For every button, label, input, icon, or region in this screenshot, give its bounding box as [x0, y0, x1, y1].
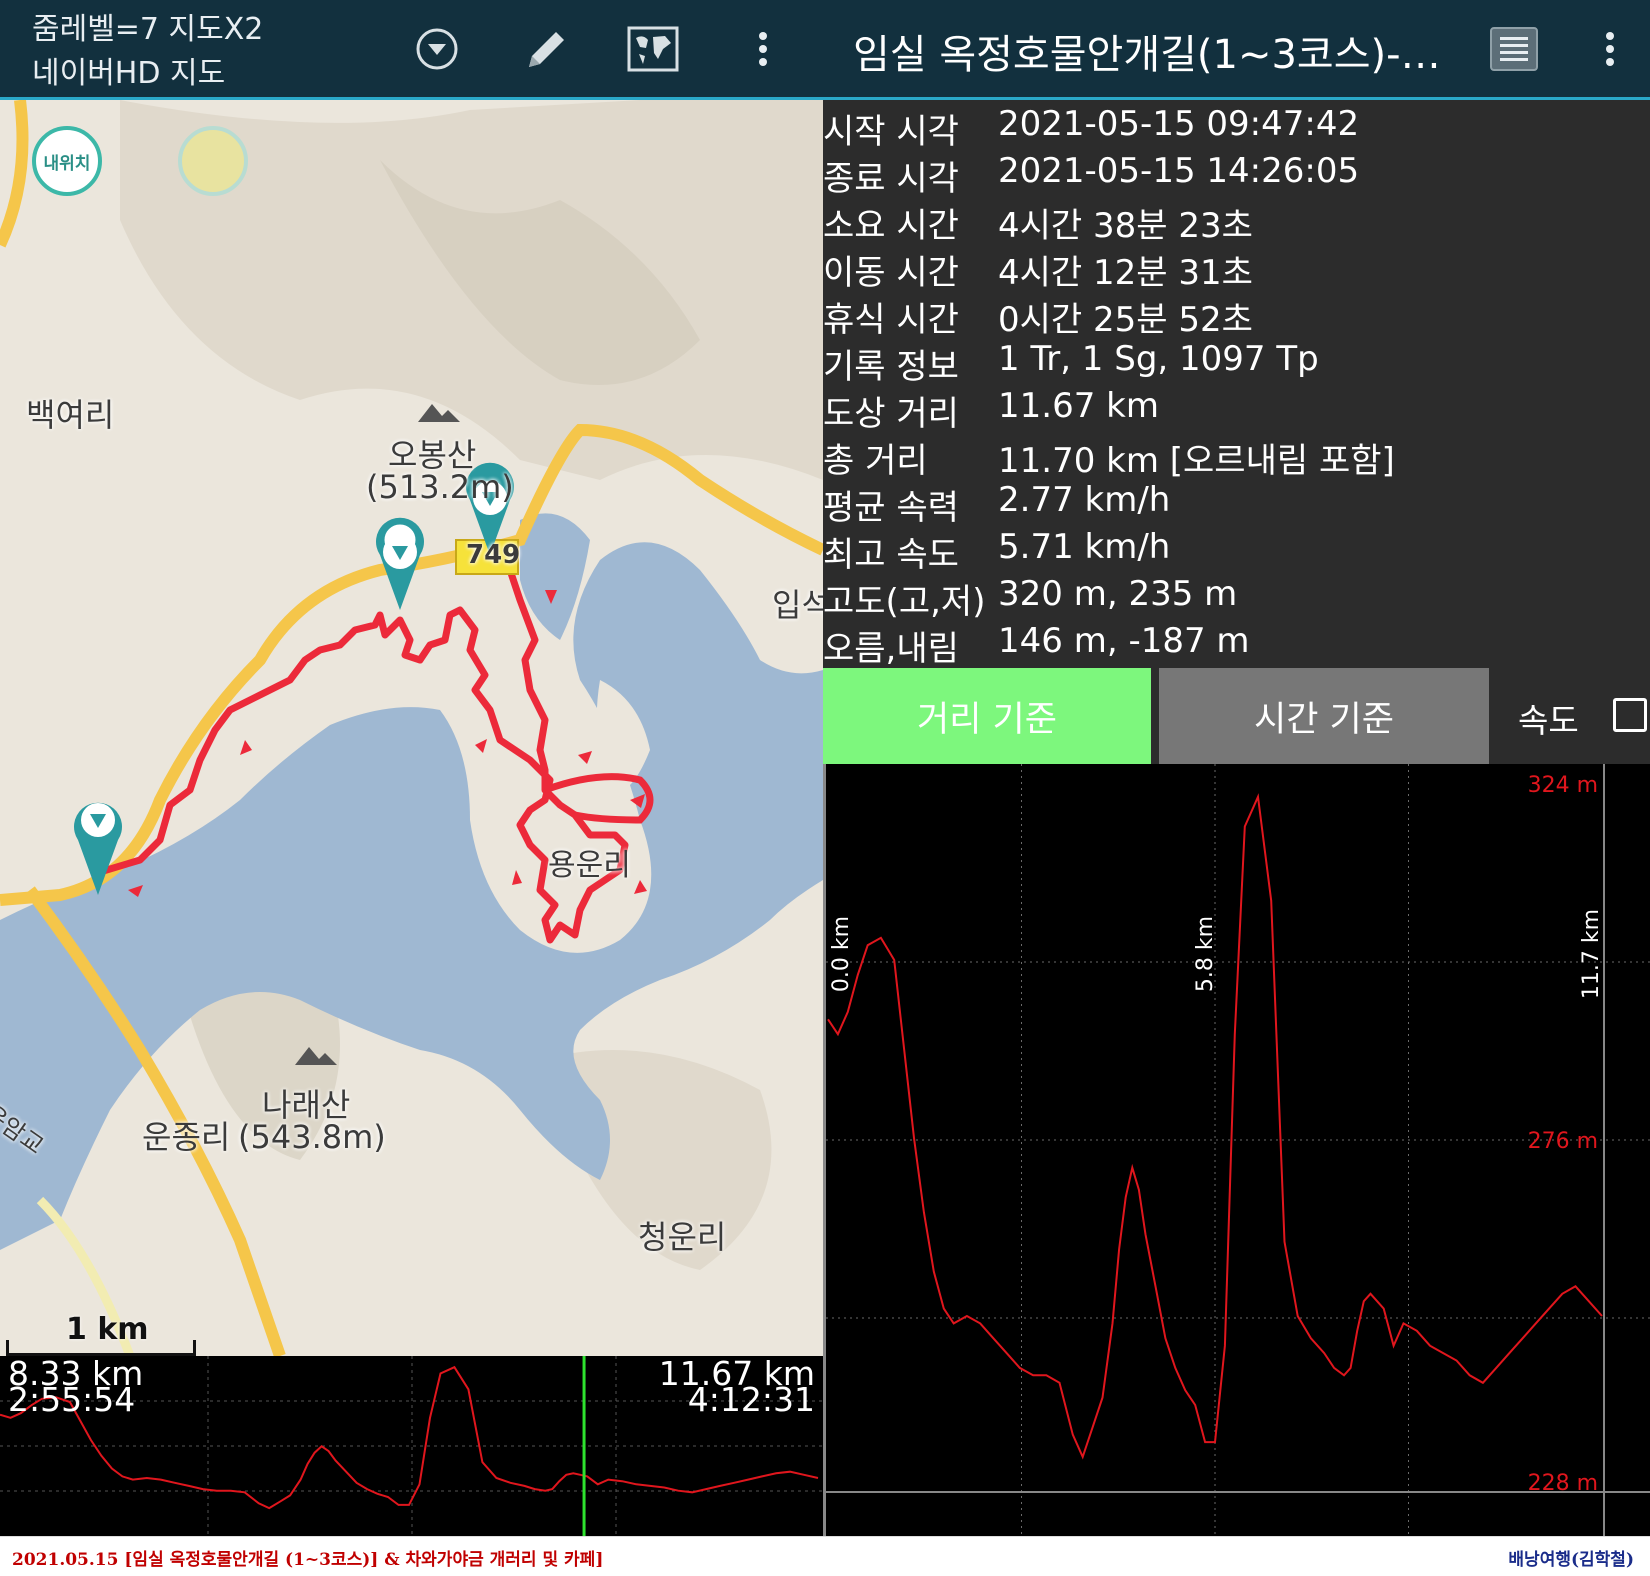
stat-value: 2021-05-15 09:47:42 [998, 104, 1360, 144]
road-number-label: 749 [466, 540, 521, 570]
stat-row: 시작 시각 2021-05-15 09:47:42 [823, 104, 1650, 152]
stat-label: 도상 거리 [823, 394, 959, 434]
stat-value: 4시간 12분 31초 [998, 253, 1253, 293]
y-tick-label: 324 m [1528, 773, 1598, 798]
map-toolbar: 줌레벨=7 지도X2 네이버HD 지도 [0, 0, 823, 100]
caption-left: 2021.05.15 [임실 옥정호물안개길 (1~3코스)] & 차와가야금 … [12, 1550, 604, 1570]
circle-chevron-down-icon[interactable] [406, 18, 468, 80]
stat-row: 고도(고,저) 320 m, 235 m [823, 574, 1650, 622]
stat-value: 11.67 km [998, 386, 1159, 426]
track-stats-panel: 시작 시각 2021-05-15 09:47:42 종료 시각 2021-05-15… [823, 100, 1650, 669]
caption-footer: 2021.05.15 [임실 옥정호물안개길 (1~3코스)] & 차와가야금 … [0, 1536, 1650, 1576]
stat-row: 종료 시각 2021-05-15 14:26:05 [823, 151, 1650, 199]
map-label-obongsan-alt: (513.2m) [366, 468, 514, 506]
map-label-unjong: 운종리 [142, 1118, 231, 1156]
time-mode-button[interactable]: 시간 기준 [1159, 668, 1489, 764]
profile-mode-bar: 거리 기준 시간 기준 속도 [823, 668, 1650, 764]
stat-row: 도상 거리 11.67 km [823, 386, 1650, 434]
map-label-baekyeo: 백여리 [26, 396, 115, 434]
stat-label: 기록 정보 [823, 347, 959, 387]
stat-row: 최고 속도 5.71 km/h [823, 527, 1650, 575]
total-time: 4:12:31 [687, 1380, 815, 1419]
stat-value: 5.71 km/h [998, 527, 1171, 567]
stat-value: 0시간 25분 52초 [998, 300, 1253, 340]
stat-label: 종료 시각 [823, 159, 959, 199]
x-tick-label: 0.0 km [829, 916, 854, 992]
stat-label: 시작 시각 [823, 112, 959, 152]
pencil-icon[interactable] [514, 18, 576, 80]
map-label-yongun: 용운리 [548, 848, 631, 883]
zoom-level-text: 줌레벨=7 지도X2 [32, 12, 264, 47]
y-tick-label: 228 m [1528, 1471, 1598, 1496]
speed-checkbox[interactable] [1613, 698, 1647, 732]
map-label-ipseok: 입석 [772, 586, 823, 624]
cursor-time: 2:55:54 [8, 1380, 136, 1419]
stat-value: 4시간 38분 23초 [998, 206, 1253, 246]
my-location-icon: 내위치 [43, 153, 91, 174]
vertical-dots-icon[interactable] [748, 18, 778, 80]
stat-value: 1 Tr, 1 Sg, 1097 Tp [998, 339, 1319, 379]
stat-label: 총 거리 [823, 441, 928, 481]
elevation-line [827, 793, 1603, 1460]
stat-label: 휴식 시간 [823, 300, 959, 340]
stat-label: 소요 시간 [823, 206, 959, 246]
distance-mode-button[interactable]: 거리 기준 [823, 668, 1151, 764]
stat-row: 총 거리 11.70 km [오르내림 포함] [823, 433, 1650, 481]
map-view[interactable]: 내위치 백여리 오봉산 (513.2m) 749 입석 용운리 나래산 (543… [0, 100, 823, 1356]
elevation-chart-canvas: 324 m 276 m 228 m 0.0 km 5.8 km 11.7 km [826, 764, 1650, 1536]
stat-label: 이동 시간 [823, 253, 959, 293]
map-canvas [0, 100, 823, 1356]
map-label-cheongun: 청운리 [638, 1218, 727, 1256]
track-toolbar: 임실 옥정호물안개길(1~3코스)-11... [823, 0, 1650, 100]
stat-row: 휴식 시간 0시간 25분 52초 [823, 292, 1650, 340]
stat-label: 평균 속력 [823, 488, 959, 528]
elevation-chart[interactable]: 324 m 276 m 228 m 0.0 km 5.8 km 11.7 km [823, 764, 1650, 1536]
list-icon[interactable] [1483, 18, 1545, 80]
mini-elevation-profile[interactable]: 8.33 km 2:55:54 11.67 km 4:12:31 [0, 1356, 823, 1536]
world-map-icon[interactable] [622, 18, 684, 80]
stat-label: 최고 속도 [823, 535, 959, 575]
stat-row: 오름,내림 146 m, -187 m [823, 621, 1650, 669]
stat-row: 이동 시간 4시간 12분 31초 [823, 245, 1650, 293]
x-tick-label: 11.7 km [1579, 909, 1604, 999]
caption-right: 배낭여행(김학철) [1508, 1550, 1634, 1570]
x-tick-label: 5.8 km [1193, 916, 1218, 992]
y-tick-label: 276 m [1528, 1129, 1598, 1154]
map-label-naraesan-alt: (543.8m) [238, 1118, 386, 1156]
stat-label: 고도(고,저) [823, 582, 986, 622]
stat-value: 146 m, -187 m [998, 621, 1250, 661]
stat-row: 평균 속력 2.77 km/h [823, 480, 1650, 528]
scale-bar [6, 1340, 196, 1356]
stat-value: 320 m, 235 m [998, 574, 1238, 614]
stat-row: 소요 시간 4시간 38분 23초 [823, 198, 1650, 246]
my-location-button[interactable]: 내위치 [32, 126, 102, 196]
track-title: 임실 옥정호물안개길(1~3코스)-11... [853, 32, 1443, 78]
speed-label: 속도 [1518, 701, 1579, 740]
zoom-info: 줌레벨=7 지도X2 네이버HD 지도 [32, 8, 263, 96]
stat-value: 2021-05-15 14:26:05 [998, 151, 1360, 191]
stat-value: 2.77 km/h [998, 480, 1171, 520]
sun-icon[interactable] [178, 126, 248, 196]
vertical-dots-icon[interactable] [1595, 18, 1625, 80]
map-source-text: 네이버HD 지도 [32, 56, 226, 91]
stat-label: 오름,내림 [823, 629, 959, 669]
stat-value: 11.70 km [오르내림 포함] [998, 441, 1395, 481]
stat-row: 기록 정보 1 Tr, 1 Sg, 1097 Tp [823, 339, 1650, 387]
